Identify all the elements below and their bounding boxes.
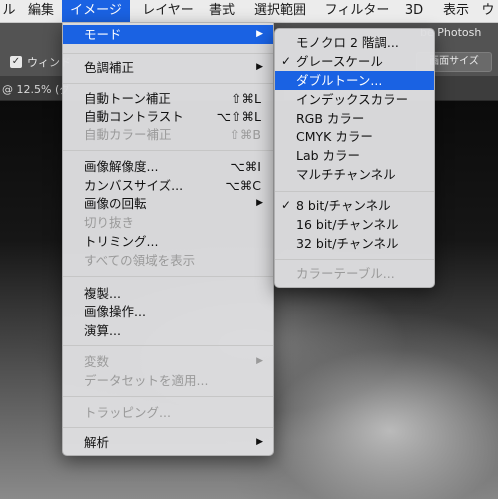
checkmark-icon: ✓ [281,54,292,68]
menu-item-label: 16 bit/チャンネル [296,217,399,232]
menu-item-label: 画像の回転 [84,196,147,211]
menu-item-auto-contrast[interactable]: 自動コントラスト ⌥⇧⌘L [63,107,273,126]
menu-item-label: 複製... [84,286,121,301]
menu-item-image-rotation[interactable]: 画像の回転 ▶ [63,194,273,213]
menu-item-label: データセットを適用... [84,373,209,388]
menubar-item-select[interactable]: 選択範囲 [248,0,312,22]
menu-separator [63,276,273,277]
menu-item-apply-data-set: データセットを適用... [63,371,273,390]
menu-item-label: 32 bit/チャンネル [296,236,399,251]
document-tab-label: @ 12.5% (グ [2,83,71,96]
menubar-item-filter[interactable]: フィルター [318,0,396,22]
submenu-item-32bit[interactable]: 32 bit/チャンネル [275,234,434,253]
window-checkbox[interactable]: ✓ [10,56,22,68]
menubar-item-window-partial[interactable]: ル [0,0,18,22]
menu-separator [63,345,273,346]
menu-item-shortcut: ⌥⇧⌘L [216,109,261,124]
menu-item-canvas-size[interactable]: カンバスサイズ... ⌥⌘C [63,176,273,195]
menu-item-shortcut: ⌥⌘C [225,178,261,193]
menu-item-label: CMYK カラー [296,129,373,144]
menu-item-label: モノクロ 2 階調... [296,35,399,50]
menu-separator [63,150,273,151]
submenu-item-color-table: カラーテーブル... [275,264,434,283]
menu-item-trim[interactable]: トリミング... [63,232,273,251]
menu-item-label: マルチチャンネル [296,167,396,182]
submenu-item-16bit[interactable]: 16 bit/チャンネル [275,215,434,234]
menu-item-variables: 変数 ▶ [63,352,273,371]
submenu-item-multichannel[interactable]: マルチチャンネル [275,165,434,184]
menu-item-image-size[interactable]: 画像解像度... ⌥⌘I [63,157,273,176]
menu-separator [63,427,273,428]
menu-item-trap: トラッピング... [63,403,273,422]
submenu-item-indexed-color[interactable]: インデックスカラー [275,90,434,109]
menu-separator [63,53,273,54]
menu-item-crop: 切り抜き [63,213,273,232]
menu-item-label: 変数 [84,354,110,369]
menu-item-label: 切り抜き [84,215,135,230]
menu-item-label: 色調補正 [84,60,135,75]
submenu-item-rgb-color[interactable]: RGB カラー [275,109,434,128]
menu-item-label: 画像操作... [84,304,146,319]
menu-item-analysis[interactable]: 解析 ▶ [63,433,273,452]
menu-item-label: カンバスサイズ... [84,178,184,193]
menu-item-label: 8 bit/チャンネル [296,198,391,213]
menu-item-label: インデックスカラー [296,92,409,107]
menu-item-label: トリミング... [84,234,159,249]
mode-submenu: モノクロ 2 階調... ✓ グレースケール ダブルトーン... インデックスカ… [274,28,435,288]
menu-item-auto-tone[interactable]: 自動トーン補正 ⇧⌘L [63,89,273,108]
menu-separator [63,396,273,397]
submenu-arrow-icon: ▶ [256,29,263,39]
submenu-arrow-icon: ▶ [256,62,263,72]
menu-item-label: 自動トーン補正 [84,91,171,106]
menu-item-shortcut: ⇧⌘L [231,91,261,106]
menu-item-reveal-all: すべての領域を表示 [63,251,273,270]
menubar-item-layer[interactable]: レイヤー [136,0,200,22]
submenu-arrow-icon: ▶ [256,356,263,366]
menubar-item-window[interactable]: ウ [478,0,498,22]
menu-item-label: 演算... [84,323,121,338]
menu-separator [63,83,273,84]
menubar: ル 編集 イメージ レイヤー 書式 選択範囲 フィルター 3D 表示 ウ [0,0,498,23]
menu-item-duplicate[interactable]: 複製... [63,284,273,303]
menu-item-apply-image[interactable]: 画像操作... [63,302,273,321]
menu-item-label: 解析 [84,435,110,450]
menu-separator [275,259,434,260]
menu-item-label: Lab カラー [296,148,361,163]
menu-item-label: カラーテーブル... [296,266,395,281]
submenu-item-8bit[interactable]: ✓ 8 bit/チャンネル [275,196,434,215]
submenu-item-bitmap[interactable]: モノクロ 2 階調... [275,33,434,52]
image-menu: モード ▶ 色調補正 ▶ 自動トーン補正 ⇧⌘L 自動コントラスト ⌥⇧⌘L 自… [62,22,274,456]
menu-item-mode[interactable]: モード ▶ [63,25,273,44]
menu-item-label: すべての領域を表示 [84,253,196,268]
menu-item-calculations[interactable]: 演算... [63,321,273,340]
menu-item-label: グレースケール [296,54,383,69]
menubar-item-view[interactable]: 表示 [436,0,476,22]
menubar-item-image[interactable]: イメージ [62,0,130,22]
menu-item-shortcut: ⌥⌘I [230,159,261,174]
menu-item-auto-color: 自動カラー補正 ⇧⌘B [63,125,273,144]
menu-item-label: 画像解像度... [84,159,159,174]
menu-item-label: トラッピング... [84,405,171,420]
submenu-item-lab-color[interactable]: Lab カラー [275,146,434,165]
menu-item-label: RGB カラー [296,111,365,126]
menubar-item-type[interactable]: 書式 [204,0,240,22]
submenu-item-grayscale[interactable]: ✓ グレースケール [275,52,434,71]
menu-item-label: 自動カラー補正 [84,127,172,142]
menu-item-label: ダブルトーン... [296,73,383,88]
menu-item-shortcut: ⇧⌘B [229,127,261,142]
menu-item-label: モード [84,27,122,42]
submenu-arrow-icon: ▶ [256,198,263,208]
checkmark-icon: ✓ [281,198,292,212]
submenu-arrow-icon: ▶ [256,437,263,447]
menubar-item-3d[interactable]: 3D [400,0,428,22]
menu-separator [275,191,434,192]
menu-item-label: 自動コントラスト [84,109,184,124]
menu-item-adjustments[interactable]: 色調補正 ▶ [63,58,273,77]
menubar-item-edit[interactable]: 編集 [22,0,60,22]
submenu-item-cmyk-color[interactable]: CMYK カラー [275,127,434,146]
submenu-item-duotone[interactable]: ダブルトーン... [275,71,434,90]
